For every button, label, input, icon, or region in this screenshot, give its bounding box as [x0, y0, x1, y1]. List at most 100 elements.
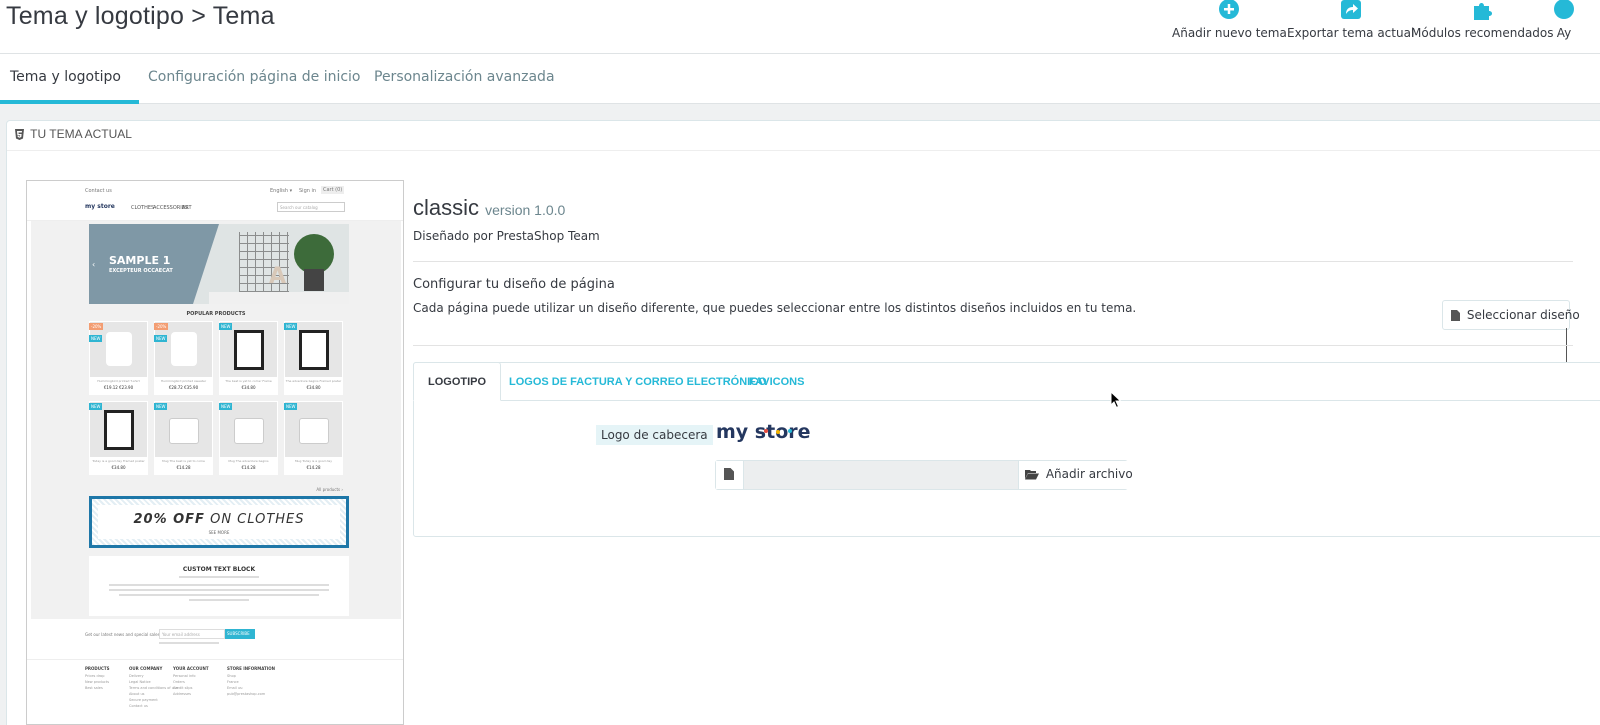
preview-footer-column: YOUR ACCOUNT Personal info Orders Credit sl…: [173, 666, 209, 697]
preview-search: Search our catalog: [277, 202, 345, 212]
preview-product-name: Mug Today is a good day: [294, 459, 333, 463]
preview-product-price: €34.80: [306, 385, 321, 390]
file-icon-addon: [716, 461, 744, 489]
preview-product-badge-new: NEW: [89, 335, 103, 342]
recommended-modules-label: Módulos recomendados: [1411, 26, 1554, 40]
preview-product-price: €34.80: [241, 385, 256, 390]
main-tabs: Tema y logotipo Configuración página de …: [0, 54, 1600, 104]
preview-hero-title: SAMPLE 1: [109, 254, 171, 267]
preview-signin: Sign in: [299, 188, 317, 194]
html5-icon: [15, 129, 24, 140]
tab-theme-logo[interactable]: Tema y logotipo: [0, 54, 139, 104]
preview-product-badge: -20%: [154, 323, 169, 330]
preview-product-card: NEW Mug The adventure begins €14.28: [219, 401, 278, 475]
preview-product-name: Hummingbird printed sweater: [160, 379, 207, 383]
preview-footer-link: Best sales: [85, 686, 103, 690]
folder-open-icon: [1025, 470, 1039, 480]
preview-product-name: Mug The best is yet to come: [162, 459, 205, 463]
preview-product-badge: NEW: [284, 403, 298, 410]
preview-product-card: NEW Mug The best is yet to come €14.28: [154, 401, 213, 475]
tab-advanced-customization[interactable]: Personalización avanzada: [374, 54, 555, 104]
tab-logo[interactable]: LOGOTIPO: [413, 362, 502, 401]
preview-popular-heading: POPULAR PRODUCTS: [186, 311, 246, 317]
divider: [413, 345, 1573, 346]
preview-cart: Cart (0): [321, 186, 345, 194]
export-theme-button[interactable]: Exportar tema actual: [1287, 0, 1414, 40]
preview-footer-title: YOUR ACCOUNT: [173, 666, 209, 671]
preview-footer-link: pub@prestashop.com: [227, 692, 266, 696]
help-button[interactable]: Ay: [1553, 0, 1575, 40]
select-layout-label: Seleccionar diseño: [1466, 308, 1580, 322]
preview-product-name: The adventure begins Framed poster: [285, 379, 342, 383]
preview-product-badge: NEW: [219, 323, 233, 330]
divider: [413, 261, 1573, 262]
store-logo-text: my store: [716, 421, 811, 443]
preview-footer-column: STORE INFORMATION Shop France Email us: pub@…: [227, 666, 275, 697]
preview-footer-column: OUR COMPANY Delivery Legal Notice Terms and…: [129, 666, 178, 709]
preview-footer-title: PRODUCTS: [85, 666, 110, 671]
preview-product-badge: NEW: [89, 403, 103, 410]
preview-hero-subtitle: EXCEPTEUR OCCAECAT: [109, 268, 173, 274]
preview-newsletter-label: Get our latest news and special sales: [85, 632, 160, 637]
preview-product-price: €34.80: [111, 465, 126, 470]
page-title: Tema y logotipo > Tema: [6, 2, 275, 30]
preview-contact: Contact us: [85, 188, 112, 194]
preview-footer-column: PRODUCTS Prices drop New products Best sale…: [85, 666, 110, 691]
add-theme-button[interactable]: Añadir nuevo tema: [1172, 0, 1287, 40]
panel-heading-text: TU TEMA ACTUAL: [30, 127, 132, 141]
preview-product-price: €14.28: [306, 465, 321, 470]
layout-config-description: Cada página puede utilizar un diseño dif…: [413, 301, 1137, 315]
preview-product-price: €14.28: [241, 465, 256, 470]
preview-product-price: €14.28: [176, 465, 191, 470]
preview-product-card: -20% NEW Hummingbird printed sweater €28.72…: [154, 321, 213, 395]
preview-product-card: -20% NEW Hummingbird printed T-shirt €19.12…: [89, 321, 148, 395]
file-icon: [1451, 310, 1460, 321]
preview-product-price: €19.12 €23.90: [103, 385, 134, 390]
preview-promo-rest: ON CLOTHES: [204, 512, 305, 527]
preview-newsletter-button: SUBSCRIBE: [225, 629, 255, 639]
preview-product-name: Today is a good day Framed poster: [92, 459, 145, 463]
preview-footer-title: STORE INFORMATION: [227, 666, 275, 671]
preview-product-card: NEW Today is a good day Framed poster €34.…: [89, 401, 148, 475]
logo-tabs-panel: LOGOTIPO LOGOS DE FACTURA Y CORREO ELECT…: [413, 362, 1600, 537]
file-icon: [724, 468, 734, 480]
preview-footer-title: OUR COMPANY: [129, 666, 163, 671]
add-file-label: Añadir archivo: [1045, 467, 1133, 481]
preview-product-badge: NEW: [219, 403, 233, 410]
select-layout-button[interactable]: Seleccionar diseño: [1442, 300, 1580, 330]
preview-brand: my store: [85, 203, 115, 210]
add-theme-label: Añadir nuevo tema: [1172, 26, 1287, 40]
page-header: Tema y logotipo > Tema Añadir nuevo tema…: [0, 0, 1600, 54]
preview-product-badge-new: NEW: [154, 335, 168, 342]
puzzle-icon: [1474, 3, 1493, 20]
tab-homepage-config[interactable]: Configuración página de inicio: [148, 54, 361, 104]
recommended-modules-button[interactable]: Módulos recomendados: [1411, 0, 1554, 40]
help-icon: [1554, 0, 1574, 19]
preview-product-card: NEW The adventure begins Framed poster €34…: [284, 321, 343, 395]
add-file-button[interactable]: Añadir archivo: [1018, 461, 1133, 489]
preview-product-badge: -20%: [89, 323, 104, 330]
add-circle-icon: [1219, 0, 1240, 19]
tab-favicons[interactable]: FAVICONS: [749, 363, 804, 401]
header-logo-label: Logo de cabecera: [596, 425, 713, 445]
export-share-icon: [1340, 0, 1361, 19]
preview-newsletter-input: Your email address: [159, 629, 225, 639]
tab-invoice-email-logos[interactable]: LOGOS DE FACTURA Y CORREO ELECTRÓNICO: [509, 363, 767, 401]
preview-product-badge: NEW: [284, 323, 298, 330]
logo-file-input[interactable]: [744, 461, 1018, 489]
preview-footer-link: Contact us: [129, 704, 148, 708]
preview-product-price: €28.72 €35.90: [168, 385, 199, 390]
theme-author: Diseñado por PrestaShop Team: [413, 229, 600, 243]
help-label: Ay: [1556, 26, 1572, 40]
preview-promo-banner: 20% OFF ON CLOTHES SEE MORE: [89, 496, 349, 548]
preview-product-card: NEW Mug Today is a good day €14.28: [284, 401, 343, 475]
preview-nav-art: ART: [182, 205, 192, 211]
preview-promo-strong: 20% OFF: [133, 512, 205, 527]
layout-config-title: Configurar tu diseño de página: [413, 277, 615, 292]
preview-footer: PRODUCTS Prices drop New products Best sale…: [27, 659, 403, 724]
theme-name-text: classic: [413, 195, 480, 220]
preview-product-card: NEW The best is yet to come' Frame €34.80: [219, 321, 278, 395]
preview-product-name: Hummingbird printed T-shirt: [97, 379, 140, 383]
export-theme-label: Exportar tema actual: [1287, 26, 1415, 40]
theme-version: version 1.0.0: [485, 202, 566, 218]
